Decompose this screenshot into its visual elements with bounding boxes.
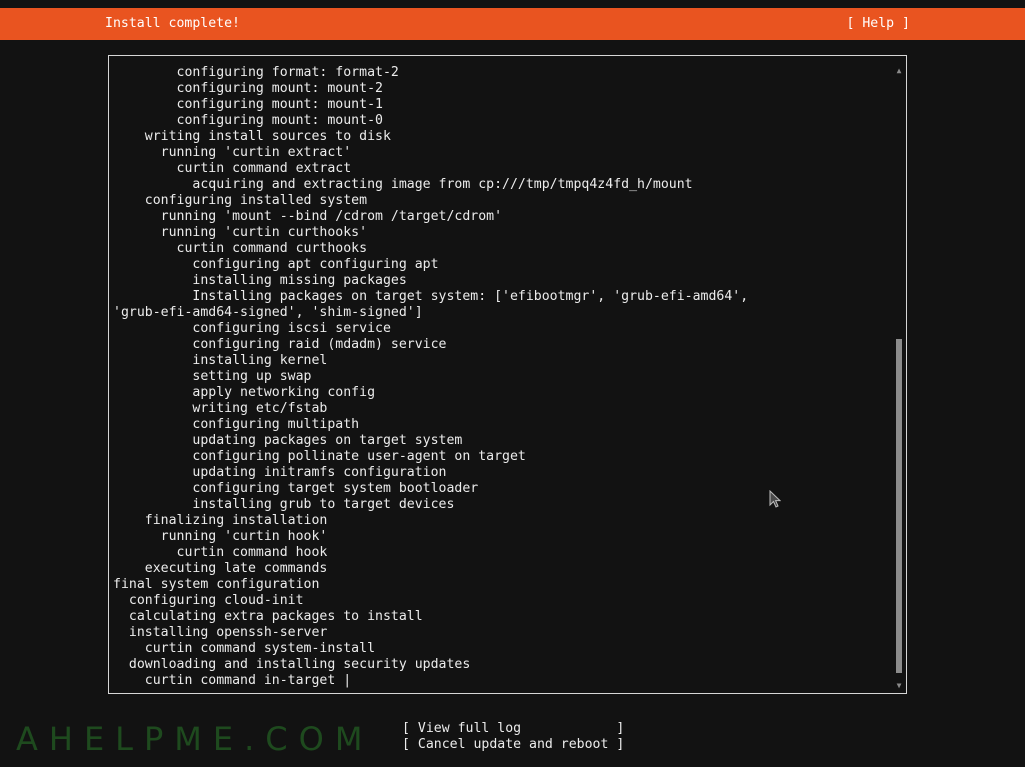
page-title: Install complete! — [105, 16, 240, 31]
help-button[interactable]: [ Help ] — [846, 16, 910, 32]
log-line: installing missing packages — [113, 273, 407, 288]
log-line: writing install sources to disk — [113, 129, 391, 144]
log-line: configuring multipath — [113, 417, 360, 432]
log-line: configuring apt configuring apt — [113, 257, 439, 272]
scroll-thumb[interactable] — [896, 339, 902, 673]
scroll-track[interactable] — [896, 77, 902, 673]
log-line: configuring installed system — [113, 193, 368, 208]
log-line: curtin command extract — [113, 161, 352, 176]
log-line: configuring mount: mount-0 — [113, 113, 383, 128]
log-line: running 'curtin extract' — [113, 145, 352, 160]
log-scrollbar[interactable]: ▲ ▼ — [895, 63, 903, 691]
log-line: 'grub-efi-amd64-signed', 'shim-signed'] — [113, 305, 423, 320]
log-line: acquiring and extracting image from cp:/… — [113, 177, 693, 192]
log-line: configuring pollinate user-agent on targ… — [113, 449, 526, 464]
log-line: installing kernel — [113, 353, 328, 368]
action-buttons: [ View full log ] [ Cancel update and re… — [402, 721, 624, 753]
log-line: final system configuration — [113, 577, 320, 592]
log-line: running 'curtin hook' — [113, 529, 328, 544]
log-line: configuring mount: mount-1 — [113, 97, 383, 112]
mouse-pointer-icon — [769, 489, 782, 508]
log-line: curtin command in-target | — [113, 673, 352, 688]
log-line: downloading and installing security upda… — [113, 657, 471, 672]
cancel-update-and-reboot-button[interactable]: [ Cancel update and reboot ] — [402, 737, 624, 753]
scroll-up-arrow-icon[interactable]: ▲ — [895, 66, 903, 76]
log-line: writing etc/fstab — [113, 401, 328, 416]
log-line: Installing packages on target system: ['… — [113, 289, 749, 304]
log-line: configuring cloud-init — [113, 593, 304, 608]
log-line: curtin command system-install — [113, 641, 376, 656]
log-line: curtin command hook — [113, 545, 328, 560]
log-lines: configuring format: format-2 configuring… — [113, 65, 892, 689]
log-line: configuring iscsi service — [113, 321, 391, 336]
log-line: installing openssh-server — [113, 625, 328, 640]
log-line: running 'mount --bind /cdrom /target/cdr… — [113, 209, 503, 224]
log-line: calculating extra packages to install — [113, 609, 423, 624]
log-line: apply networking config — [113, 385, 376, 400]
scroll-down-arrow-icon[interactable]: ▼ — [895, 681, 903, 691]
log-line: finalizing installation — [113, 513, 328, 528]
log-line: curtin command curthooks — [113, 241, 368, 256]
log-line: updating initramfs configuration — [113, 465, 447, 480]
log-line: setting up swap — [113, 369, 312, 384]
view-full-log-button[interactable]: [ View full log ] — [402, 721, 624, 737]
log-line: configuring format: format-2 — [113, 65, 399, 80]
install-log-panel[interactable]: configuring format: format-2 configuring… — [108, 55, 907, 694]
title-bar: Install complete! [ Help ] — [0, 8, 1025, 40]
watermark: AHELPME.COM — [16, 720, 374, 758]
log-line: executing late commands — [113, 561, 328, 576]
log-line: configuring raid (mdadm) service — [113, 337, 447, 352]
log-line: configuring mount: mount-2 — [113, 81, 383, 96]
log-line: running 'curtin curthooks' — [113, 225, 368, 240]
log-line: updating packages on target system — [113, 433, 463, 448]
